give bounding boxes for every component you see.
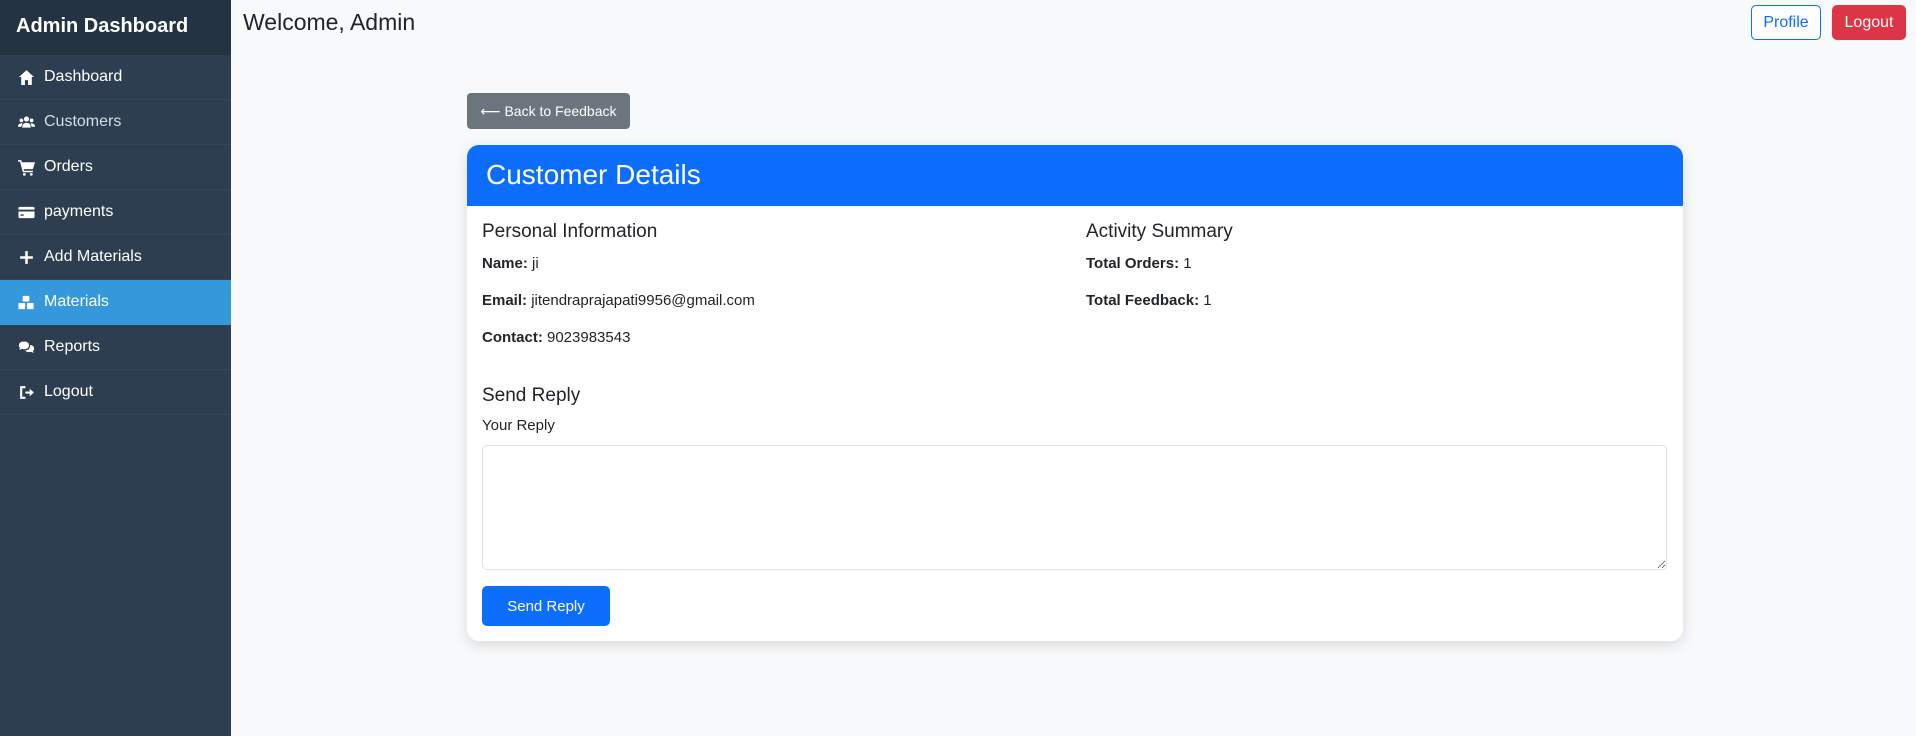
comments-icon xyxy=(15,339,37,356)
section-heading: Activity Summary xyxy=(1086,221,1233,242)
sidebar-item-label: Logout xyxy=(44,383,93,400)
section-heading: Personal Information xyxy=(482,221,658,242)
cart-icon xyxy=(15,159,37,176)
email-row: Email: jitendraprajapati9956@gmail.com xyxy=(482,292,755,310)
sidebar-item-label: Dashboard xyxy=(44,68,123,85)
sidebar-item-materials[interactable]: Materials xyxy=(0,280,231,325)
sidebar-item-reports[interactable]: Reports xyxy=(0,325,231,370)
name-row: Name: ji xyxy=(482,255,755,273)
contact-row: Contact: 9023983543 xyxy=(482,329,755,347)
sidebar-item-label: Orders xyxy=(44,158,93,175)
reply-field-label: Your Reply xyxy=(482,417,555,434)
credit-card-icon xyxy=(15,204,37,221)
logout-button[interactable]: Logout xyxy=(1832,5,1906,40)
send-reply-heading: Send Reply xyxy=(482,385,581,406)
sidebar-item-orders[interactable]: Orders xyxy=(0,145,231,190)
back-to-feedback-button[interactable]: ⟵ Back to Feedback xyxy=(467,93,630,129)
sidebar-item-label: Customers xyxy=(44,113,122,130)
profile-button[interactable]: Profile xyxy=(1751,5,1821,40)
customer-details-card: Customer Details Personal Information Na… xyxy=(467,145,1683,641)
plus-icon xyxy=(15,249,37,266)
contact-value: 9023983543 xyxy=(547,329,631,346)
sign-out-icon xyxy=(15,384,37,401)
email-label: Email: xyxy=(482,292,528,309)
activity-summary-section: Activity Summary Total Orders: 1 Total F… xyxy=(1086,221,1233,329)
total-feedback-value: 1 xyxy=(1203,292,1212,309)
name-value: ji xyxy=(532,255,539,272)
total-feedback-label: Total Feedback: xyxy=(1086,292,1200,309)
sidebar-brand: Admin Dashboard xyxy=(0,0,231,55)
sidebar-item-payments[interactable]: payments xyxy=(0,190,231,235)
total-orders-label: Total Orders: xyxy=(1086,255,1180,272)
sidebar-item-label: Materials xyxy=(44,293,109,310)
name-label: Name: xyxy=(482,255,528,272)
page-title: Welcome, Admin xyxy=(243,9,416,35)
sidebar-item-logout[interactable]: Logout xyxy=(0,370,231,415)
sidebar-item-customers[interactable]: Customers xyxy=(0,100,231,145)
contact-label: Contact: xyxy=(482,329,543,346)
sidebar-item-label: Reports xyxy=(44,338,101,355)
sidebar: Admin Dashboard Dashboard Customers Orde… xyxy=(0,0,231,736)
sidebar-item-label: payments xyxy=(44,203,114,220)
users-icon xyxy=(15,114,37,131)
sidebar-item-dashboard[interactable]: Dashboard xyxy=(0,55,231,100)
sidebar-item-label: Add Materials xyxy=(44,248,142,265)
home-icon xyxy=(15,69,37,86)
total-feedback-row: Total Feedback: 1 xyxy=(1086,292,1233,310)
email-value: jitendraprajapati9956@gmail.com xyxy=(531,292,755,309)
reply-textarea[interactable] xyxy=(482,445,1667,570)
total-orders-row: Total Orders: 1 xyxy=(1086,255,1233,273)
boxes-icon xyxy=(15,294,37,311)
card-title: Customer Details xyxy=(467,145,1683,206)
personal-information-section: Personal Information Name: ji Email: jit… xyxy=(482,221,755,366)
sidebar-item-add-materials[interactable]: Add Materials xyxy=(0,235,231,280)
total-orders-value: 1 xyxy=(1183,255,1192,272)
send-reply-button[interactable]: Send Reply xyxy=(482,586,610,626)
